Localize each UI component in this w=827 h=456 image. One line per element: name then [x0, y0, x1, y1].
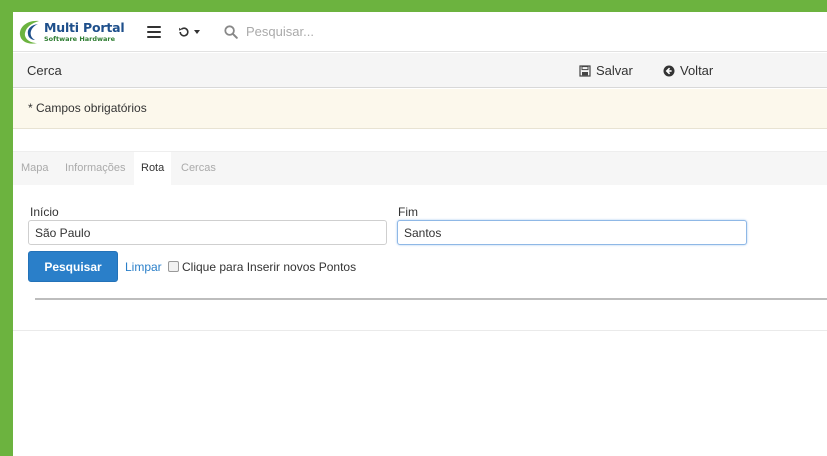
history-icon — [179, 26, 189, 37]
back-button[interactable]: Voltar — [663, 63, 713, 78]
route-form: Início Fim Pesquisar Limpar Clique para … — [13, 185, 827, 331]
required-fields-notice: * Campos obrigatórios — [13, 89, 827, 129]
history-dropdown-button[interactable] — [178, 26, 200, 38]
window-frame-top — [0, 0, 827, 12]
start-input[interactable] — [28, 220, 387, 245]
tab-rota[interactable]: Rota — [134, 152, 172, 186]
divider — [35, 298, 827, 300]
back-arrow-icon — [663, 65, 675, 76]
global-search — [224, 24, 446, 39]
save-icon — [579, 64, 591, 77]
logo-swoosh-icon — [19, 20, 39, 44]
top-navbar: Multi Portal Software Hardware — [13, 12, 827, 52]
insert-points-checkbox[interactable] — [168, 261, 179, 272]
back-label: Voltar — [680, 63, 714, 78]
save-label: Salvar — [596, 63, 633, 78]
tab-cercas[interactable]: Cercas — [181, 152, 216, 186]
clear-link[interactable]: Limpar — [125, 260, 162, 274]
tab-mapa[interactable]: Mapa — [21, 152, 49, 186]
hamburger-icon[interactable] — [147, 25, 161, 38]
tab-bar: Mapa Informações Rota Cercas — [13, 151, 827, 186]
window-frame-left — [0, 0, 13, 456]
insert-points-label[interactable]: Clique para Inserir novos Pontos — [182, 260, 356, 274]
page-title: Cerca — [27, 63, 62, 78]
save-button[interactable]: Salvar — [579, 63, 633, 78]
start-label: Início — [30, 205, 59, 219]
brand-name: Multi Portal — [44, 19, 125, 35]
search-input[interactable] — [246, 24, 446, 39]
chevron-down-icon — [194, 29, 200, 34]
search-button[interactable]: Pesquisar — [28, 251, 118, 282]
tab-informacoes[interactable]: Informações — [65, 152, 126, 186]
search-icon[interactable] — [224, 24, 238, 39]
brand-logo[interactable]: Multi Portal Software Hardware — [17, 17, 125, 47]
end-label: Fim — [398, 205, 418, 219]
notice-text: * Campos obrigatórios — [28, 101, 147, 115]
page-action-bar: Cerca Salvar Voltar — [13, 53, 827, 88]
brand-tagline: Software Hardware — [44, 34, 116, 43]
end-input[interactable] — [397, 220, 747, 245]
